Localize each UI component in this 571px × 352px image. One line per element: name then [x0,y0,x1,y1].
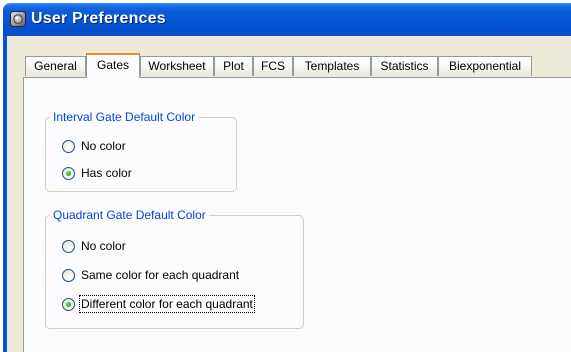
quadrant-same-color-radio[interactable] [62,268,75,282]
interval-no-color-option[interactable]: No color [62,138,126,154]
quadrant-same-color-label[interactable]: Same color for each quadrant [81,267,239,283]
tab-fcs[interactable]: FCS [253,56,293,76]
quadrant-no-color-radio[interactable] [62,239,75,253]
interval-no-color-label[interactable]: No color [81,138,126,154]
tab-worksheet[interactable]: Worksheet [140,56,214,76]
quadrant-different-color-option[interactable]: Different color for each quadrant [62,295,255,313]
window-frame-left [3,36,7,352]
quadrant-different-color-label[interactable]: Different color for each quadrant [79,295,255,313]
interval-has-color-radio[interactable] [62,166,75,180]
quadrant-different-color-radio[interactable] [62,297,75,311]
quadrant-no-color-option[interactable]: No color [62,238,126,254]
app-icon [10,11,26,27]
quadrant-no-color-label[interactable]: No color [81,238,126,254]
interval-gate-legend: Interval Gate Default Color [50,110,199,124]
tab-biexponential[interactable]: Biexponential [438,56,532,76]
tab-templates[interactable]: Templates [293,56,371,76]
radio-selected-dot [66,301,71,307]
tab-gates[interactable]: Gates [86,53,140,78]
quadrant-gate-legend: Quadrant Gate Default Color [50,208,209,222]
window-title: User Preferences [31,10,166,27]
interval-has-color-label[interactable]: Has color [81,165,132,181]
tab-plot[interactable]: Plot [214,56,253,76]
tab-statistics[interactable]: Statistics [371,56,438,76]
preferences-window: User Preferences General Gates Worksheet… [3,3,571,352]
radio-selected-dot [66,170,71,176]
interval-has-color-option[interactable]: Has color [62,165,132,181]
tab-general[interactable]: General [25,56,86,76]
quadrant-same-color-option[interactable]: Same color for each quadrant [62,267,239,283]
interval-no-color-radio[interactable] [62,139,75,153]
title-bar[interactable]: User Preferences [3,3,571,36]
